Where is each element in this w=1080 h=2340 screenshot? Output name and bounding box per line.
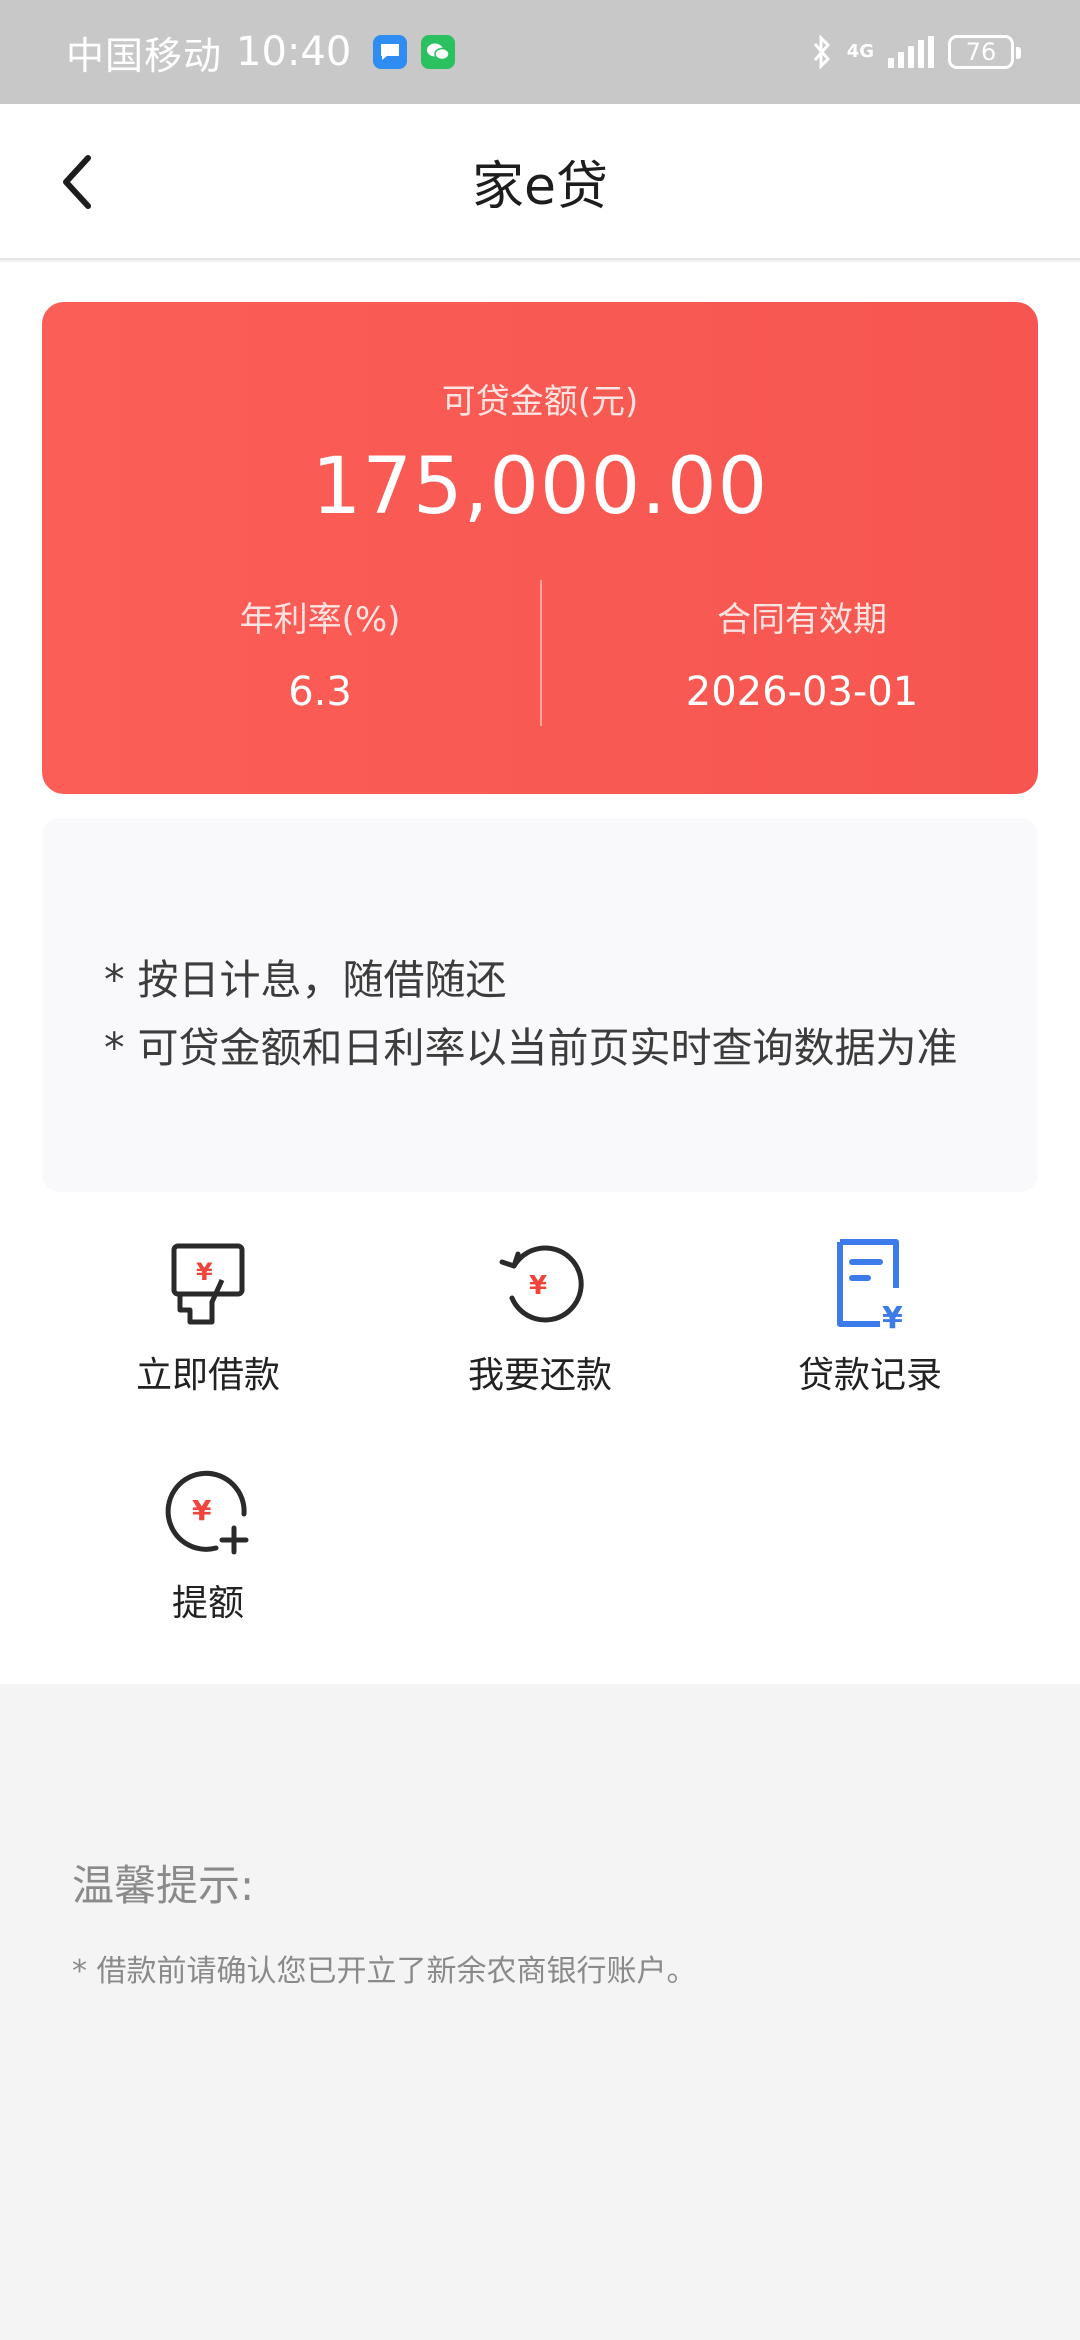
annual-rate-label: 年利率(%) bbox=[239, 600, 401, 640]
battery-icon: 76 bbox=[948, 35, 1021, 69]
carrier-name: 中国移动 bbox=[66, 33, 223, 78]
repay-label: 我要还款 bbox=[467, 1355, 612, 1396]
chevron-left-icon bbox=[63, 155, 91, 209]
status-right: 4G 76 bbox=[811, 35, 1021, 69]
available-amount-label: 可贷金额(元) bbox=[441, 382, 639, 422]
status-bar: 中国移动 10:40 4G 76 bbox=[0, 0, 1080, 104]
svg-text:¥: ¥ bbox=[529, 1271, 547, 1301]
notice-line-interest: * 按日计息，随借随还 bbox=[104, 956, 507, 1004]
nav-bar: 家e贷 bbox=[0, 104, 1080, 260]
contract-validity-block: 合同有效期 2026-03-01 bbox=[602, 592, 1002, 715]
signal-strength-icon bbox=[888, 36, 934, 68]
tips-title: 温馨提示: bbox=[72, 1861, 255, 1910]
tips-text: * 借款前请确认您已开立了新余农商银行账户。 bbox=[72, 1954, 697, 1989]
notice-box: * 按日计息，随借随还 * 可贷金额和日利率以当前页实时查询数据为准 bbox=[42, 818, 1038, 1192]
battery-level: 76 bbox=[965, 38, 997, 66]
svg-text:¥: ¥ bbox=[196, 1258, 213, 1286]
raise-limit-button[interactable]: ¥ 提额 bbox=[58, 1464, 358, 1626]
loan-summary-card: 可贷金额(元) 175,000.00 年利率(%) 6.3 合同有效期 2026… bbox=[42, 302, 1038, 794]
contract-validity-label: 合同有效期 bbox=[717, 600, 887, 640]
borrow-now-label: 立即借款 bbox=[135, 1355, 280, 1396]
card-divider bbox=[540, 580, 542, 726]
annual-rate-value: 6.3 bbox=[288, 669, 352, 715]
bluetooth-icon bbox=[813, 35, 830, 69]
network-label: 4G bbox=[846, 41, 874, 62]
svg-text:¥: ¥ bbox=[192, 1494, 212, 1527]
repay-button[interactable]: ¥ 我要还款 bbox=[390, 1236, 690, 1398]
raise-limit-plus-icon: ¥ bbox=[165, 1470, 249, 1555]
notice-line-realtime: * 可贷金额和日利率以当前页实时查询数据为准 bbox=[104, 1024, 958, 1072]
repay-circle-arrow-icon: ¥ bbox=[499, 1245, 584, 1323]
network-type: 4G bbox=[847, 43, 874, 61]
back-button[interactable] bbox=[40, 144, 116, 220]
status-time: 10:40 bbox=[236, 29, 352, 75]
svg-text:¥: ¥ bbox=[882, 1301, 903, 1332]
borrow-hand-card-icon: ¥ bbox=[171, 1243, 245, 1325]
loan-records-label: 贷款记录 bbox=[797, 1355, 942, 1396]
message-app-icon bbox=[373, 35, 408, 69]
contract-validity-value: 2026-03-01 bbox=[685, 669, 919, 715]
borrow-now-button[interactable]: ¥ 立即借款 bbox=[58, 1236, 358, 1398]
annual-rate-block: 年利率(%) 6.3 bbox=[120, 592, 520, 715]
available-amount-value: 175,000.00 bbox=[311, 442, 769, 532]
status-left: 中国移动 10:40 bbox=[66, 25, 456, 80]
loan-record-document-icon: ¥ bbox=[837, 1239, 903, 1332]
wechat-app-icon bbox=[421, 35, 456, 69]
raise-limit-label: 提额 bbox=[171, 1583, 244, 1624]
loan-records-button[interactable]: ¥ 贷款记录 bbox=[720, 1236, 1020, 1398]
page-title: 家e贷 bbox=[472, 156, 608, 217]
